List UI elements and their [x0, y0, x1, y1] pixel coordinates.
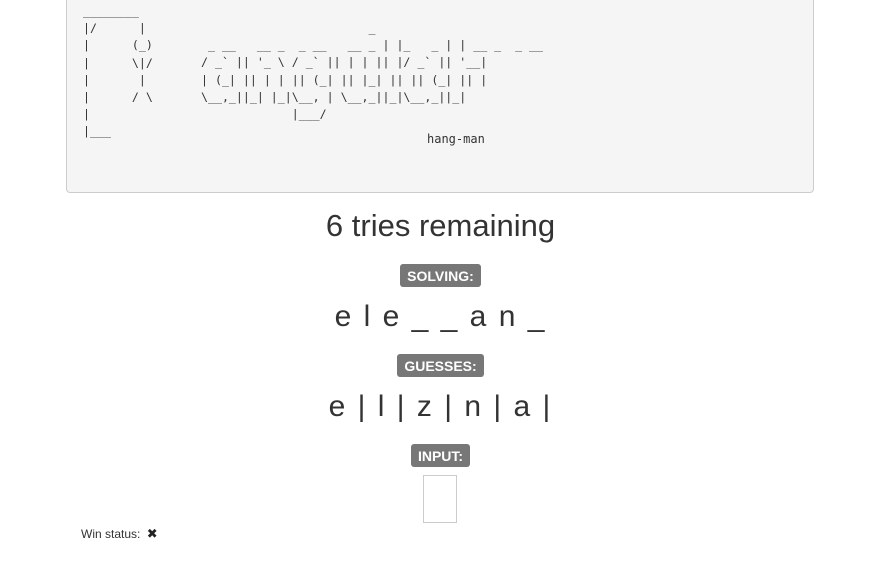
win-status: Win status: ✖	[81, 526, 158, 542]
guesses-label: GUESSES:	[397, 354, 484, 377]
letter-input[interactable]	[423, 475, 457, 523]
solving-word: e l e _ _ a n _	[334, 300, 547, 333]
win-status-label: Win status:	[81, 527, 141, 541]
app-subtitle: hang-man	[427, 132, 485, 146]
tries-remaining: 6 tries remaining	[325, 208, 556, 243]
solving-label: SOLVING:	[400, 264, 481, 287]
gallows-ascii-art: ________ |/ | | (_) | \|/ | | | / \ | |_…	[83, 4, 153, 139]
close-icon: ✖	[146, 526, 158, 541]
solving-label-row: SOLVING:	[0, 264, 881, 287]
guessed-letters: e | l | z | n | a |	[328, 390, 553, 423]
angular-ascii-logo: _ _ __ __ _ _ __ __ _ | |_ _ | | __ _ _ …	[201, 21, 544, 122]
input-label: INPUT:	[410, 444, 471, 467]
ascii-header-panel: ________ |/ | | (_) | \|/ | | | / \ | |_…	[66, 0, 814, 193]
guesses-label-row: GUESSES:	[0, 354, 881, 377]
input-label-row: INPUT:	[0, 444, 881, 467]
